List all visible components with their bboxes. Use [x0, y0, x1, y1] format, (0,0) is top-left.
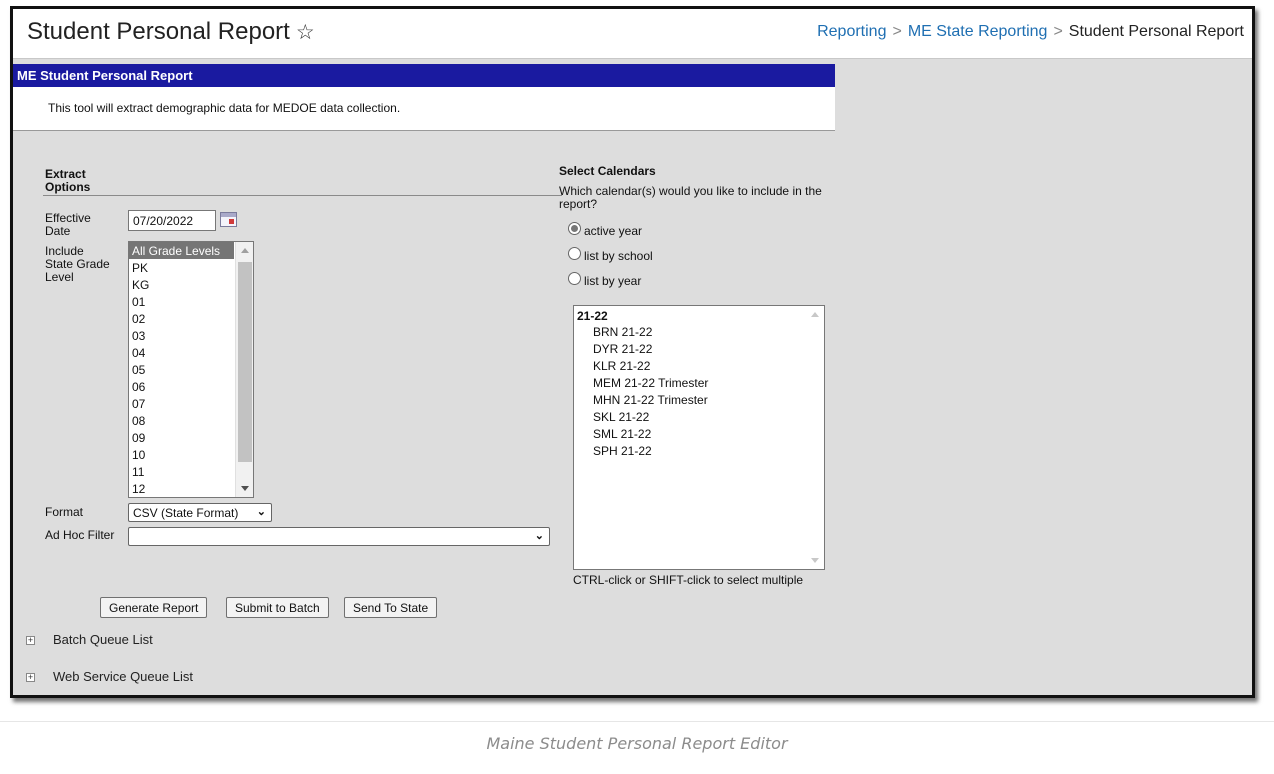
calendar-option[interactable]: SML 21-22: [574, 425, 824, 442]
send-to-state-button[interactable]: Send To State: [344, 597, 438, 618]
calendar-option[interactable]: KLR 21-22: [574, 357, 824, 374]
calendar-option[interactable]: MHN 21-22 Trimester: [574, 391, 824, 408]
panel-description-text: This tool will extract demographic data …: [48, 101, 401, 115]
calendar-option[interactable]: SPH 21-22: [574, 442, 824, 459]
grade-option[interactable]: 03: [129, 327, 234, 344]
radio-list-by-school[interactable]: [568, 247, 581, 260]
scroll-down-icon[interactable]: [811, 558, 819, 563]
grade-option[interactable]: KG: [129, 276, 234, 293]
grade-listbox-scrollbar[interactable]: [235, 242, 253, 497]
star-icon[interactable]: ☆: [296, 20, 315, 45]
effective-date-label-line2: Date: [45, 224, 71, 238]
radio-list-by-year[interactable]: [568, 272, 581, 285]
chevron-down-icon: ⌄: [256, 506, 266, 518]
batch-queue-expander[interactable]: + Batch Queue List: [26, 632, 153, 647]
generate-report-button[interactable]: Generate Report: [100, 597, 208, 618]
grade-option[interactable]: 02: [129, 310, 234, 327]
radio-active-year-label[interactable]: active year: [584, 225, 642, 238]
effective-date-input[interactable]: [128, 210, 216, 231]
calendar-option[interactable]: MEM 21-22 Trimester: [574, 374, 824, 391]
grade-option[interactable]: 12: [129, 480, 234, 497]
adhoc-filter-label: Ad Hoc Filter: [45, 528, 115, 542]
scrollbar-thumb[interactable]: [238, 262, 252, 462]
select-calendars-heading: Select Calendars: [559, 164, 656, 178]
report-editor-window: Student Personal Report ☆ Reporting > ME St…: [10, 6, 1255, 698]
calendar-listbox-scrollbar[interactable]: [806, 306, 824, 569]
grade-option[interactable]: PK: [129, 259, 234, 276]
top-bar: Student Personal Report ☆ Reporting > ME St…: [13, 9, 1252, 59]
calendar-listbox[interactable]: 21-22 BRN 21-22 DYR 21-22 KLR 21-22 MEM …: [573, 305, 825, 570]
scroll-down-icon[interactable]: [241, 486, 249, 491]
grade-level-listbox[interactable]: All Grade Levels PK KG 01 02 03 04 05 06…: [128, 241, 254, 498]
grade-option[interactable]: All Grade Levels: [129, 242, 234, 259]
figure-caption: Maine Student Personal Report Editor: [486, 734, 788, 753]
grade-option[interactable]: 01: [129, 293, 234, 310]
format-select[interactable]: CSV (State Format) ⌄: [128, 503, 272, 522]
breadcrumb-reporting[interactable]: Reporting: [817, 23, 886, 40]
grade-option[interactable]: 07: [129, 395, 234, 412]
grade-option[interactable]: 06: [129, 378, 234, 395]
grade-option[interactable]: 09: [129, 429, 234, 446]
panel-header: ME Student Personal Report: [13, 64, 835, 87]
calendar-icon[interactable]: [220, 212, 237, 227]
format-select-value: CSV (State Format): [133, 506, 239, 520]
extract-options-divider: [43, 195, 562, 196]
grade-level-label-line3: Level: [45, 270, 74, 284]
page-title: Student Personal Report ☆: [27, 18, 315, 46]
breadcrumb-current: Student Personal Report: [1068, 23, 1244, 40]
radio-list-by-year-label[interactable]: list by year: [584, 275, 641, 288]
web-service-queue-label[interactable]: Web Service Queue List: [53, 669, 193, 684]
radio-active-year[interactable]: [568, 222, 581, 235]
grade-level-label: Include State Grade Level: [45, 245, 110, 284]
chevron-down-icon: ⌄: [534, 530, 544, 542]
scroll-up-icon[interactable]: [811, 312, 819, 317]
caption-divider: [0, 721, 1274, 722]
extract-options-heading-line2: Options: [45, 180, 91, 194]
grade-option[interactable]: 05: [129, 361, 234, 378]
expand-icon[interactable]: +: [26, 636, 35, 645]
calendar-option[interactable]: SKL 21-22: [574, 408, 824, 425]
calendar-question: Which calendar(s) would you like to incl…: [559, 184, 822, 211]
breadcrumb: Reporting > ME State Reporting > Student Per…: [817, 23, 1244, 41]
web-service-queue-expander[interactable]: + Web Service Queue List: [26, 669, 193, 684]
page-title-text: Student Personal Report: [27, 18, 290, 45]
calendar-group-label: 21-22: [577, 309, 608, 323]
batch-queue-label[interactable]: Batch Queue List: [53, 632, 153, 647]
grade-option[interactable]: 04: [129, 344, 234, 361]
multi-select-hint: CTRL-click or SHIFT-click to select mult…: [573, 573, 804, 587]
calendar-option[interactable]: BRN 21-22: [574, 323, 824, 340]
grade-option[interactable]: 11: [129, 463, 234, 480]
grade-option[interactable]: 08: [129, 412, 234, 429]
panel-description: This tool will extract demographic data …: [13, 87, 835, 131]
scroll-up-icon[interactable]: [241, 248, 249, 253]
extract-options-heading: Extract Options: [45, 168, 90, 194]
format-label: Format: [45, 505, 84, 519]
expand-icon[interactable]: +: [26, 673, 35, 682]
radio-list-by-school-label[interactable]: list by school: [584, 250, 653, 263]
calendar-option[interactable]: DYR 21-22: [574, 340, 824, 357]
submit-to-batch-button[interactable]: Submit to Batch: [226, 597, 329, 618]
chevron-right-icon: >: [1053, 23, 1063, 40]
breadcrumb-me-state-reporting[interactable]: ME State Reporting: [908, 23, 1048, 40]
grade-option[interactable]: 10: [129, 446, 234, 463]
effective-date-label: Effective Date: [45, 212, 91, 238]
adhoc-filter-select[interactable]: ⌄: [128, 527, 550, 546]
chevron-right-icon: >: [892, 23, 902, 40]
